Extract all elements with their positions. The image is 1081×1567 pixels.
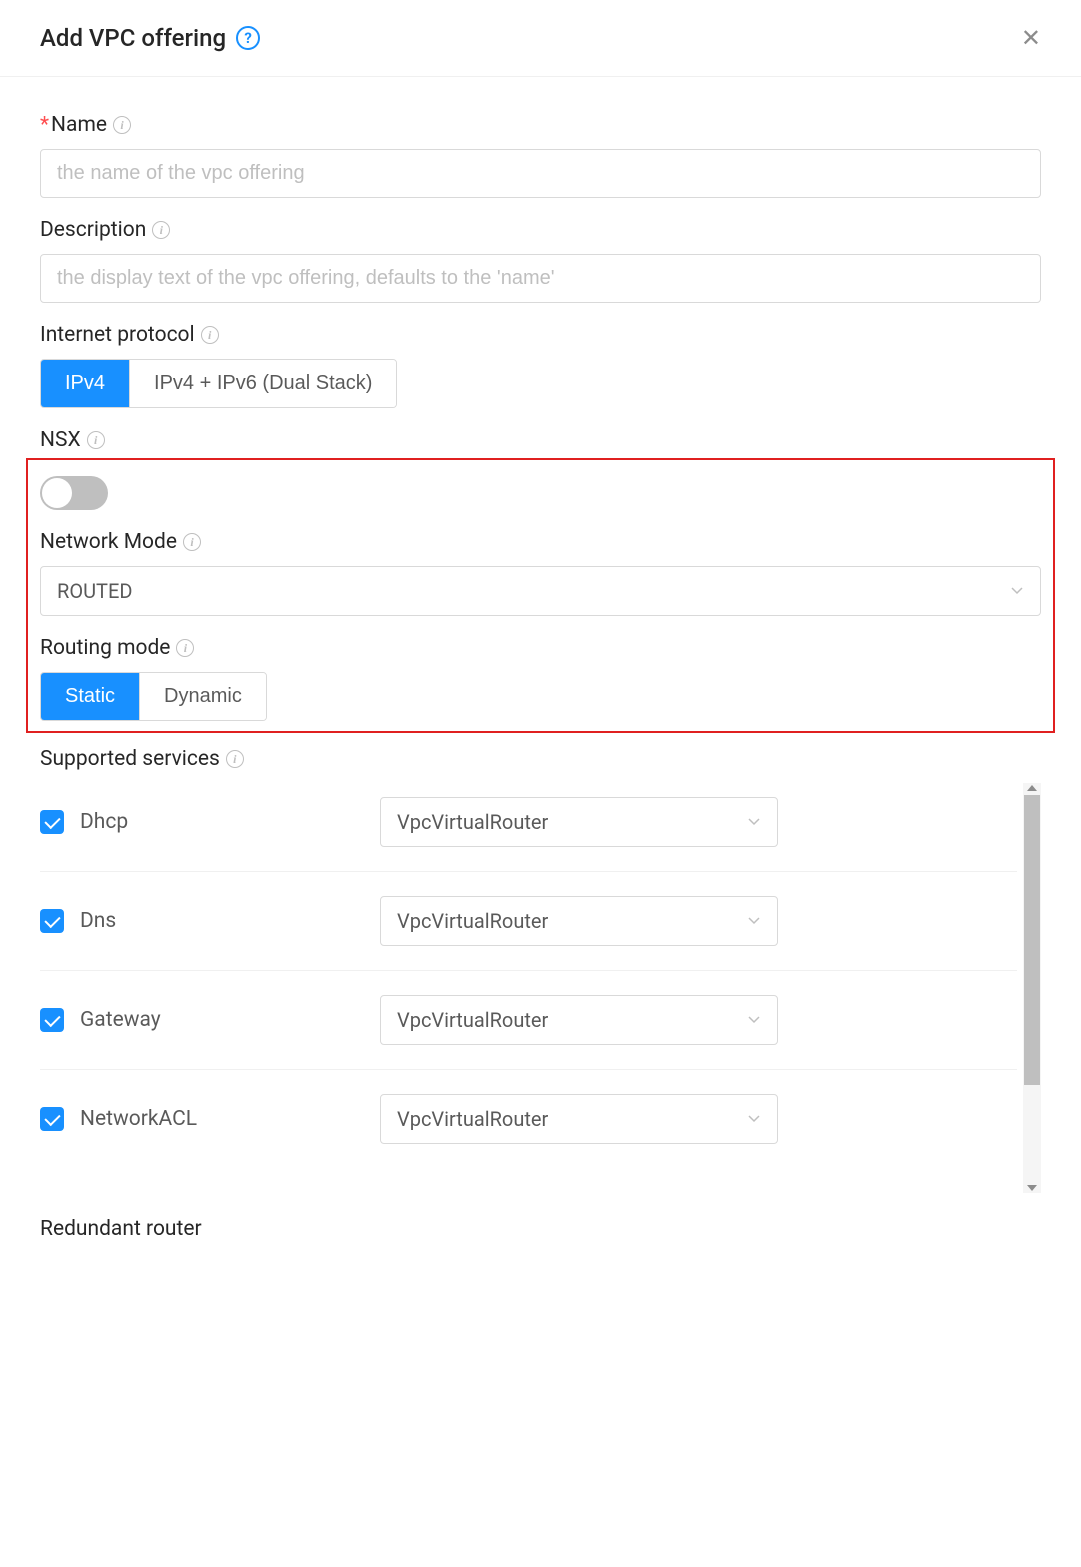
highlight-box: Network Mode i ROUTED Routing mode i Sta…: [26, 458, 1055, 733]
modal-title: Add VPC offering: [40, 24, 226, 52]
chevron-down-icon: [1010, 584, 1024, 598]
provider-select-dns[interactable]: VpcVirtualRouter: [380, 896, 778, 946]
service-name: Dns: [80, 909, 116, 933]
modal-body: *Name i Description i Internet protocol …: [0, 77, 1081, 1277]
checkbox-dns[interactable]: [40, 909, 64, 933]
service-row: Gateway VpcVirtualRouter: [40, 971, 1017, 1070]
scrollbar-down-icon[interactable]: [1027, 1185, 1037, 1191]
scrollbar[interactable]: [1023, 783, 1041, 1193]
info-icon[interactable]: i: [113, 116, 131, 134]
required-star: *: [40, 113, 49, 137]
checkbox-networkacl[interactable]: [40, 1107, 64, 1131]
field-description: Description i: [40, 218, 1041, 303]
info-icon[interactable]: i: [226, 750, 244, 768]
modal-title-container: Add VPC offering ?: [40, 24, 260, 52]
routing-mode-group: Static Dynamic: [40, 672, 267, 721]
label-internet-protocol: Internet protocol i: [40, 323, 1041, 347]
label-redundant-router: Redundant router: [40, 1217, 1041, 1241]
service-name: NetworkACL: [80, 1107, 197, 1131]
field-name: *Name i: [40, 113, 1041, 198]
close-icon[interactable]: ✕: [1021, 24, 1041, 52]
service-row: Dns VpcVirtualRouter: [40, 872, 1017, 971]
description-input[interactable]: [40, 254, 1041, 303]
field-network-mode: Network Mode i ROUTED: [40, 530, 1041, 616]
scrollbar-thumb[interactable]: [1024, 795, 1040, 1085]
chevron-down-icon: [747, 1013, 761, 1027]
field-internet-protocol: Internet protocol i IPv4 IPv4 + IPv6 (Du…: [40, 323, 1041, 408]
label-nsx: NSX i: [40, 428, 1041, 452]
label-description: Description i: [40, 218, 1041, 242]
help-icon[interactable]: ?: [236, 26, 260, 50]
label-supported-services: Supported services i: [40, 747, 1041, 771]
network-mode-select[interactable]: ROUTED: [40, 566, 1041, 616]
radio-ipv4[interactable]: IPv4: [41, 360, 130, 407]
info-icon[interactable]: i: [176, 639, 194, 657]
radio-dynamic[interactable]: Dynamic: [140, 673, 266, 720]
radio-ipv4-ipv6[interactable]: IPv4 + IPv6 (Dual Stack): [130, 360, 396, 407]
radio-static[interactable]: Static: [41, 673, 140, 720]
modal-header: Add VPC offering ? ✕: [0, 0, 1081, 77]
chevron-down-icon: [747, 815, 761, 829]
service-name: Gateway: [80, 1008, 161, 1032]
field-routing-mode: Routing mode i Static Dynamic: [40, 636, 1041, 721]
chevron-down-icon: [747, 1112, 761, 1126]
name-input[interactable]: [40, 149, 1041, 198]
toggle-knob: [42, 478, 72, 508]
chevron-down-icon: [747, 914, 761, 928]
field-nsx-toggle: [40, 476, 1041, 510]
service-name: Dhcp: [80, 810, 128, 834]
service-row: NetworkACL VpcVirtualRouter: [40, 1070, 1017, 1168]
nsx-toggle[interactable]: [40, 476, 108, 510]
label-routing-mode: Routing mode i: [40, 636, 1041, 660]
provider-select-gateway[interactable]: VpcVirtualRouter: [380, 995, 778, 1045]
services-list: Dhcp VpcVirtualRouter Dns VpcVirtualRout…: [40, 783, 1017, 1193]
services-container: Dhcp VpcVirtualRouter Dns VpcVirtualRout…: [40, 783, 1041, 1193]
internet-protocol-group: IPv4 IPv4 + IPv6 (Dual Stack): [40, 359, 397, 408]
scrollbar-up-icon[interactable]: [1027, 785, 1037, 791]
provider-select-networkacl[interactable]: VpcVirtualRouter: [380, 1094, 778, 1144]
service-row: Dhcp VpcVirtualRouter: [40, 783, 1017, 872]
info-icon[interactable]: i: [183, 533, 201, 551]
info-icon[interactable]: i: [201, 326, 219, 344]
label-network-mode: Network Mode i: [40, 530, 1041, 554]
provider-select-dhcp[interactable]: VpcVirtualRouter: [380, 797, 778, 847]
label-name: *Name i: [40, 113, 1041, 137]
info-icon[interactable]: i: [152, 221, 170, 239]
checkbox-dhcp[interactable]: [40, 810, 64, 834]
checkbox-gateway[interactable]: [40, 1008, 64, 1032]
info-icon[interactable]: i: [87, 431, 105, 449]
